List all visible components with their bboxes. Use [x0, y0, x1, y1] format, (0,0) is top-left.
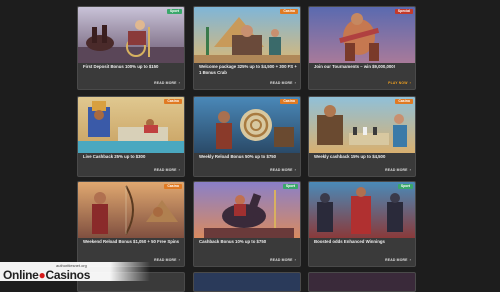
read-more-link[interactable]: READ MORE › [270, 168, 296, 172]
pyramid-scene-image [194, 7, 300, 63]
promo-card[interactable]: Casino Weekly Reload Bonus 50% up to $75… [193, 96, 301, 177]
promo-title: Boosted odds Enhanced Winnings [314, 239, 385, 244]
site-logo: Online●Casinos [3, 268, 91, 282]
promo-card[interactable]: Sport Cashback Bonus 10% up to $750 READ… [193, 181, 301, 267]
read-more-link[interactable]: READ MORE › [270, 81, 296, 85]
category-badge: Special [394, 9, 413, 14]
promo-title: Live Cashback 25% up to $300 [83, 154, 146, 159]
chariot-scene-image [78, 7, 184, 63]
promo-card[interactable]: Casino Welcome package 325% up to $4,500… [193, 6, 301, 90]
promo-card[interactable]: Casino Weekly cashback 15% up to $4,500 … [308, 96, 416, 177]
category-badge: Sport [397, 184, 413, 189]
archer-scene-image [78, 182, 184, 238]
read-more-link[interactable]: READ MORE › [154, 168, 180, 172]
horse-scene-image [194, 182, 300, 238]
chevron-right-icon: › [294, 81, 296, 85]
promotions-grid: Sport First Deposit Bonus 100% up to $15… [76, 4, 418, 292]
chevron-right-icon: › [294, 168, 296, 172]
play-now-link[interactable]: PLAY NOW › [388, 81, 411, 85]
chevron-right-icon: › [178, 168, 180, 172]
read-more-link[interactable]: READ MORE › [154, 81, 180, 85]
category-badge: Casino [164, 99, 182, 104]
category-badge: Sport [166, 9, 182, 14]
promo-card[interactable]: Sport Boosted odds Enhanced Winnings REA… [308, 181, 416, 267]
chevron-right-icon: › [409, 168, 411, 172]
category-badge: Casino [164, 184, 182, 189]
promo-title: Weekly cashback 15% up to $4,500 [314, 154, 386, 159]
category-badge: Casino [280, 99, 298, 104]
knights-scene-image [309, 182, 415, 238]
promo-title: Cashback Bonus 10% up to $750 [199, 239, 267, 244]
category-badge: Casino [280, 9, 298, 14]
promo-card[interactable]: Sport First Deposit Bonus 100% up to $15… [77, 6, 185, 90]
promo-card[interactable]: Casino Live Cashback 25% up to $300 READ… [77, 96, 185, 177]
promo-card[interactable]: Casino Weekend Reload Bonus $1,050 + 50 … [77, 181, 185, 267]
promo-title: First Deposit Bonus 100% up to $150 [83, 64, 159, 69]
promo-title: Weekly Reload Bonus 50% up to $750 [199, 154, 277, 159]
chevron-right-icon: › [178, 81, 180, 85]
category-badge: Casino [395, 99, 413, 104]
read-more-link[interactable]: READ MORE › [385, 168, 411, 172]
shield-scene-image [194, 97, 300, 153]
chess-scene-image [309, 97, 415, 153]
promo-card[interactable]: Special Join our Tournaments – win $9,00… [308, 6, 416, 90]
poker-chip-icon: ● [38, 268, 46, 282]
promo-title: Welcome package 325% up to $4,500 + 300 … [199, 64, 297, 75]
promo-title: Weekend Reload Bonus $1,050 + 50 Free Sp… [83, 239, 180, 244]
chevron-right-icon: › [409, 81, 411, 85]
warrior-scene-image [309, 7, 415, 63]
category-badge: Sport [282, 184, 298, 189]
pharaoh-scene-image [78, 97, 184, 153]
promo-title: Join our Tournaments – win $9,000,000! [314, 64, 396, 69]
